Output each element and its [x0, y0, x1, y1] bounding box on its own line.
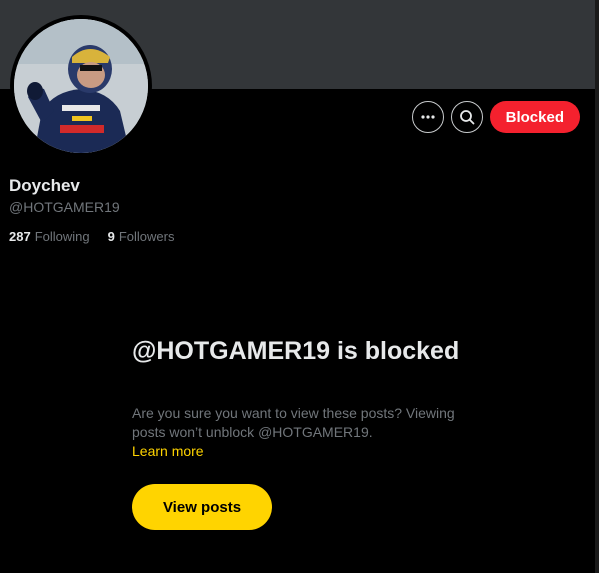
profile-actions: Blocked [411, 101, 580, 133]
avatar[interactable] [10, 15, 152, 157]
blocked-title: @HOTGAMER19 is blocked [132, 337, 460, 365]
following-count: 287 [9, 229, 31, 244]
followers-count: 9 [107, 229, 115, 244]
blocked-message-text: Are you sure you want to view these post… [132, 405, 455, 440]
following-label: Following [34, 229, 90, 244]
profile-name: Doychev [9, 176, 80, 195]
more-button[interactable] [411, 101, 444, 133]
search-icon [459, 110, 475, 125]
blocked-button[interactable]: Blocked [489, 101, 580, 133]
followers-label: Followers [118, 229, 175, 244]
profile-stats: 287 Following 9 Followers [9, 229, 192, 244]
scrollbar-track[interactable] [595, 0, 599, 573]
following-link[interactable]: 287 Following [9, 229, 90, 244]
more-icon [421, 115, 435, 119]
blocked-message: Are you sure you want to view these post… [132, 404, 462, 461]
search-button[interactable] [450, 101, 483, 133]
avatar-image [14, 19, 148, 153]
profile-handle: @HOTGAMER19 [9, 199, 120, 215]
learn-more-link[interactable]: Learn more [132, 442, 462, 461]
view-posts-button[interactable]: View posts [132, 484, 272, 530]
followers-link[interactable]: 9 Followers [108, 229, 175, 244]
